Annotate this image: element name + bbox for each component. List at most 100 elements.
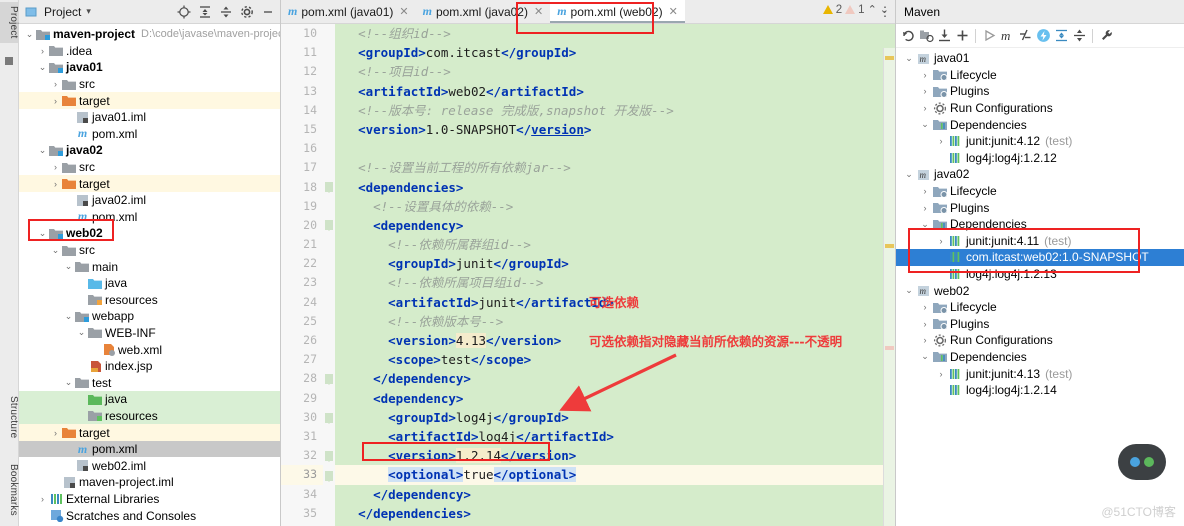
collapse-all-icon[interactable] xyxy=(1071,28,1087,44)
project-tree-item[interactable]: ⌄ java02 xyxy=(19,142,280,159)
maven-tree-item[interactable]: › Plugins xyxy=(896,199,1184,216)
maven-toolbar[interactable]: m xyxy=(896,24,1184,48)
hide-panel-icon[interactable] xyxy=(260,4,276,20)
tree-expander-icon[interactable]: › xyxy=(36,494,49,504)
maven-tree-item[interactable]: log4j:log4j:1.2.14 xyxy=(896,382,1184,399)
project-tree-item[interactable]: › target xyxy=(19,92,280,109)
project-tree-item[interactable]: ⌄ test xyxy=(19,374,280,391)
maven-tree-item[interactable]: › junit:junit:4.13 (test) xyxy=(896,365,1184,382)
locate-icon[interactable] xyxy=(176,4,192,20)
tree-expander-icon[interactable]: ⌄ xyxy=(62,261,75,272)
tree-expander-icon[interactable]: › xyxy=(934,136,948,146)
editor-tab[interactable]: m pom.xml (web02) ✕ xyxy=(550,0,685,23)
fold-marker[interactable] xyxy=(325,220,333,231)
sidebar-item-structure[interactable]: Structure xyxy=(0,392,19,442)
project-tree-item[interactable]: maven-project.iml xyxy=(19,474,280,491)
tree-expander-icon[interactable]: › xyxy=(934,236,948,246)
code-line[interactable]: <!--依赖所属项目组id--> xyxy=(335,273,895,292)
project-tree-item[interactable]: › .idea xyxy=(19,43,280,60)
tree-expander-icon[interactable]: ⌄ xyxy=(36,228,49,239)
project-tree-item[interactable]: m pom.xml xyxy=(19,440,280,458)
tree-expander-icon[interactable]: › xyxy=(49,79,62,89)
code-content[interactable]: <!--组织id--> <groupId>com.itcast</groupId… xyxy=(335,24,895,526)
project-tree-item[interactable]: › target xyxy=(19,424,280,441)
project-tree-item[interactable]: resources xyxy=(19,292,280,309)
maven-tree-item[interactable]: ⌄ Dependencies xyxy=(896,116,1184,133)
project-tree[interactable]: ⌄ maven-project D:\code\javase\maven-proje… xyxy=(19,24,280,526)
project-tree-item[interactable]: web02.iml xyxy=(19,457,280,474)
inspection-status[interactable]: 2 1 ⌃ ⌄ xyxy=(822,3,889,16)
maven-tree-item[interactable]: › junit:junit:4.12 (test) xyxy=(896,133,1184,150)
maven-tree-item[interactable]: › Run Configurations xyxy=(896,332,1184,349)
maven-tree-item[interactable]: ⌄ m web02 xyxy=(896,282,1184,299)
tree-expander-icon[interactable]: ⌄ xyxy=(902,169,916,180)
project-tree-item[interactable]: ⌄ src xyxy=(19,242,280,259)
tree-expander-icon[interactable]: › xyxy=(934,369,948,379)
close-icon[interactable]: ✕ xyxy=(399,5,408,18)
project-tree-item[interactable]: ⌄ maven-project D:\code\javase\maven-proje… xyxy=(19,26,280,43)
code-line[interactable]: <!--依赖版本号--> xyxy=(335,312,895,331)
sidebar-item-bookmarks[interactable]: Bookmarks xyxy=(0,460,19,520)
code-line[interactable]: <groupId>com.itcast</groupId> xyxy=(335,43,895,62)
project-tree-item[interactable]: › External Libraries xyxy=(19,491,280,508)
floating-action-widget[interactable] xyxy=(1118,444,1166,480)
sidebar-item-project[interactable]: Project xyxy=(0,2,19,43)
tree-expander-icon[interactable]: › xyxy=(49,162,62,172)
tree-expander-icon[interactable]: › xyxy=(918,335,932,345)
chevron-down-icon[interactable]: ▾ xyxy=(86,6,91,17)
code-line[interactable] xyxy=(335,139,895,158)
maven-tree-item[interactable]: log4j:log4j:1.2.13 xyxy=(896,266,1184,283)
project-tree-item[interactable]: ⌄ web02 xyxy=(19,225,280,242)
maven-tree-item[interactable]: ⌄ m java01 xyxy=(896,50,1184,67)
project-tree-item[interactable]: ⌄ java01 xyxy=(19,59,280,76)
tree-expander-icon[interactable]: › xyxy=(918,70,932,80)
offline-mode-icon[interactable] xyxy=(1035,28,1051,44)
next-problem-icon[interactable]: ⌄ xyxy=(880,3,889,16)
project-tree-item[interactable]: › target xyxy=(19,175,280,192)
project-tree-item[interactable]: › src xyxy=(19,159,280,176)
code-line[interactable]: <!--版本号: release 完成版,snapshot 开发版--> xyxy=(335,101,895,120)
fold-marker[interactable] xyxy=(325,182,333,193)
project-tree-item[interactable]: index.jsp xyxy=(19,358,280,375)
expand-all-icon[interactable] xyxy=(1053,28,1069,44)
code-editor[interactable]: 10 11 12 13 14 15 16 17 18 19 20 21 22 23 24 25 26 27 28 29… xyxy=(281,24,895,526)
add-icon[interactable] xyxy=(954,28,970,44)
tree-expander-icon[interactable]: › xyxy=(918,319,932,329)
add-maven-project-icon[interactable] xyxy=(918,28,934,44)
tree-expander-icon[interactable]: ⌄ xyxy=(62,377,75,388)
code-line[interactable]: <version>1.2.14</version> xyxy=(335,446,895,465)
tree-expander-icon[interactable]: ⌄ xyxy=(49,245,62,256)
toggle-skip-tests-icon[interactable] xyxy=(1017,28,1033,44)
maven-tree-item[interactable]: › junit:junit:4.11 (test) xyxy=(896,233,1184,250)
maven-tree-item[interactable]: › Plugins xyxy=(896,316,1184,333)
tree-expander-icon[interactable]: ⌄ xyxy=(75,327,88,338)
project-tree-item[interactable]: java xyxy=(19,391,280,408)
prev-problem-icon[interactable]: ⌃ xyxy=(868,3,877,16)
project-tree-item[interactable]: ⌄ WEB-INF xyxy=(19,325,280,342)
maven-tree-item[interactable]: ⌄ Dependencies xyxy=(896,349,1184,366)
code-line[interactable]: <groupId>junit</groupId> xyxy=(335,254,895,273)
code-line[interactable]: <!--组织id--> xyxy=(335,24,895,43)
tree-expander-icon[interactable]: ⌄ xyxy=(918,119,932,130)
maven-tree-item[interactable]: ⌄ m java02 xyxy=(896,166,1184,183)
tree-expander-icon[interactable]: › xyxy=(918,86,932,96)
tree-expander-icon[interactable]: › xyxy=(918,186,932,196)
tree-expander-icon[interactable]: › xyxy=(36,46,49,56)
project-tree-item[interactable]: resources xyxy=(19,407,280,425)
tree-expander-icon[interactable]: › xyxy=(918,302,932,312)
code-line[interactable]: </dependencies> xyxy=(335,504,895,523)
fold-marker[interactable] xyxy=(325,374,333,385)
maven-tree-item[interactable]: log4j:log4j:1.2.12 xyxy=(896,150,1184,167)
code-line[interactable]: </dependency> xyxy=(335,485,895,504)
run-icon[interactable] xyxy=(981,28,997,44)
tree-expander-icon[interactable]: ⌄ xyxy=(36,62,49,73)
reload-icon[interactable] xyxy=(900,28,916,44)
tree-expander-icon[interactable]: ⌄ xyxy=(918,351,932,362)
project-tree-item[interactable]: m pom.xml xyxy=(19,209,280,226)
maven-tree-item[interactable]: › Lifecycle xyxy=(896,299,1184,316)
tree-expander-icon[interactable]: › xyxy=(918,203,932,213)
fold-marker[interactable] xyxy=(325,451,333,462)
maven-tree-item[interactable]: ⌄ Dependencies xyxy=(896,216,1184,233)
maven-tree-item[interactable]: › Run Configurations xyxy=(896,100,1184,117)
tree-expander-icon[interactable]: ⌄ xyxy=(918,219,932,230)
